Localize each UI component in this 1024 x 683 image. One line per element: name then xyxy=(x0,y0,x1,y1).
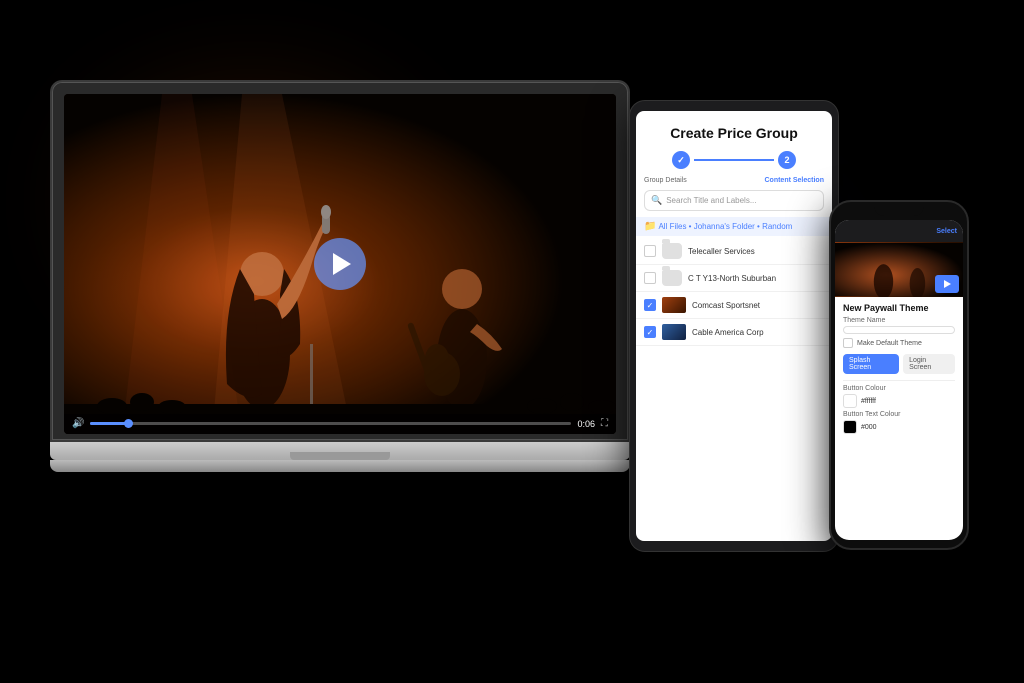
file-name-3: Comcast Sportsnet xyxy=(692,301,824,310)
button-colour-value: #ffffff xyxy=(861,398,876,405)
button-text-colour-value: #000 xyxy=(861,424,877,431)
file-name-1: Telecaller Services xyxy=(688,247,824,256)
laptop-device: 🔊 0:06 ⛶ xyxy=(50,80,630,472)
play-button[interactable] xyxy=(314,238,366,290)
file-checkbox-1[interactable] xyxy=(644,245,656,257)
file-checkbox-2[interactable] xyxy=(644,272,656,284)
step-1-circle: ✓ xyxy=(672,151,690,169)
play-icon xyxy=(333,253,351,275)
file-checkbox-3[interactable]: ✓ xyxy=(644,299,656,311)
phone-screen: Select xyxy=(835,220,963,540)
phone-device: Select xyxy=(829,200,969,550)
phone-default-label: Make Default Theme xyxy=(857,340,922,347)
video-thumb-4 xyxy=(662,324,686,340)
button-colour-swatch[interactable] xyxy=(843,394,857,408)
step-labels: Group Details Content Selection xyxy=(636,177,832,190)
search-icon: 🔍 xyxy=(651,195,662,206)
folder-icon-1 xyxy=(662,243,682,259)
step-2-circle: 2 xyxy=(778,151,796,169)
video-time: 0:06 xyxy=(577,419,595,429)
file-row-3[interactable]: ✓ Comcast Sportsnet xyxy=(636,292,832,319)
step-line xyxy=(694,159,774,161)
phone-video-thumbnail xyxy=(835,242,963,297)
phone-default-theme-row: Make Default Theme xyxy=(843,338,955,348)
progress-dot xyxy=(124,419,133,428)
tablet-device: Create Price Group ✓ 2 Group Details Con… xyxy=(629,100,839,552)
laptop-base xyxy=(50,442,630,460)
fullscreen-icon[interactable]: ⛶ xyxy=(601,418,608,429)
main-scene: 🔊 0:06 ⛶ Create Pri xyxy=(0,0,1024,683)
phone-default-checkbox[interactable] xyxy=(843,338,853,348)
tablet-screen: Create Price Group ✓ 2 Group Details Con… xyxy=(636,111,832,541)
phone-button-text-colour-label: Button Text Colour xyxy=(843,411,955,418)
laptop-bezel: 🔊 0:06 ⛶ xyxy=(50,80,630,442)
concert-background: 🔊 0:06 ⛶ xyxy=(64,94,616,434)
tablet-steps: ✓ 2 xyxy=(636,147,832,177)
video-thumb-3 xyxy=(662,297,686,313)
phone-notch xyxy=(874,202,924,216)
phone-tabs: Splash Screen Login Screen xyxy=(843,354,955,374)
phone-content: New Paywall Theme Theme Name Make Defaul… xyxy=(835,297,963,441)
phone-tab-splash[interactable]: Splash Screen xyxy=(843,354,899,374)
file-name-2: C T Y13-North Suburban xyxy=(688,274,824,283)
file-name-4: Cable America Corp xyxy=(692,328,824,337)
laptop-screen: 🔊 0:06 ⛶ xyxy=(64,94,616,434)
phone-tab-login[interactable]: Login Screen xyxy=(903,354,955,374)
file-checkbox-4[interactable]: ✓ xyxy=(644,326,656,338)
laptop-notch xyxy=(290,452,390,460)
breadcrumb-text: All Files • Johanna's Folder • Random xyxy=(658,222,792,231)
folder-icon-2 xyxy=(662,270,682,286)
phone-action-label[interactable]: Select xyxy=(936,228,957,235)
tablet-search[interactable]: 🔍 Search Title and Labels... xyxy=(644,190,824,211)
volume-icon[interactable]: 🔊 xyxy=(72,418,84,429)
breadcrumb-folder-icon: 📁 xyxy=(644,221,656,232)
step-1-label: Group Details xyxy=(644,177,687,184)
tablet-title: Create Price Group xyxy=(636,111,832,147)
phone-section-title: New Paywall Theme xyxy=(843,303,955,313)
phone-play-icon xyxy=(944,280,951,288)
phone-top-bar: Select xyxy=(835,220,963,242)
file-row-1[interactable]: Telecaller Services xyxy=(636,238,832,265)
breadcrumb: 📁 All Files • Johanna's Folder • Random xyxy=(636,217,832,236)
phone-button-text-colour-row: #000 xyxy=(843,420,955,434)
video-controls: 🔊 0:06 ⛶ xyxy=(64,414,616,434)
button-text-colour-swatch[interactable] xyxy=(843,420,857,434)
progress-bar[interactable] xyxy=(90,422,571,425)
phone-play-button[interactable] xyxy=(935,275,959,293)
search-placeholder: Search Title and Labels... xyxy=(666,196,756,205)
phone-button-colour-label: Button Colour xyxy=(843,385,955,392)
step-2-label: Content Selection xyxy=(764,177,824,184)
phone-button-colour-row: #ffffff xyxy=(843,394,955,408)
phone-theme-name-input[interactable] xyxy=(843,326,955,334)
laptop-bottom xyxy=(50,460,630,472)
phone-theme-name-label: Theme Name xyxy=(843,317,955,324)
phone-divider-1 xyxy=(843,380,955,381)
progress-fill xyxy=(90,422,128,425)
file-row-2[interactable]: C T Y13-North Suburban xyxy=(636,265,832,292)
file-row-4[interactable]: ✓ Cable America Corp xyxy=(636,319,832,346)
